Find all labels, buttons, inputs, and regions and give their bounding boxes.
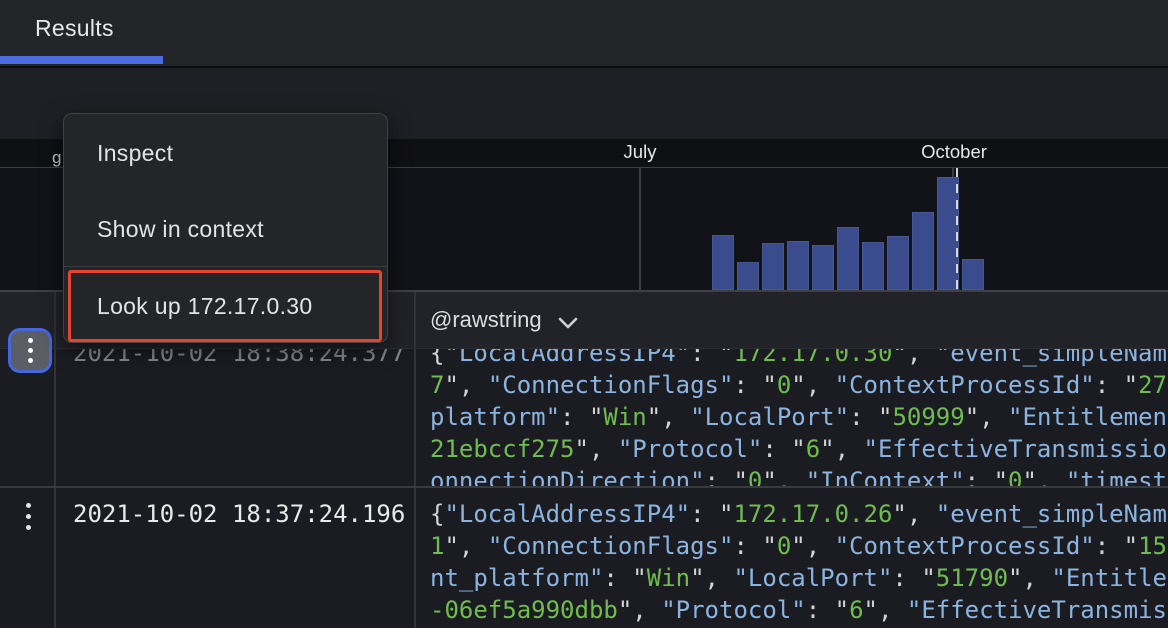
dashed-time-marker xyxy=(956,168,958,290)
time-axis-label-july: July xyxy=(624,141,657,163)
tab-results-label: Results xyxy=(35,15,114,42)
rawstring-line: 1", "ConnectionFlags": "0", "ContextProc… xyxy=(430,530,1167,562)
active-tab-underline xyxy=(0,56,163,64)
rawstring-cell: {"LocalAddressIP4": "172.17.0.30", "even… xyxy=(430,348,1167,488)
column-divider xyxy=(54,292,56,348)
menu-separator xyxy=(64,266,387,267)
time-gridline-july xyxy=(639,168,641,290)
tab-bar: Results xyxy=(0,0,1168,68)
histogram-bar[interactable] xyxy=(837,227,859,290)
table-row[interactable]: 2021-10-02 18:37:24.196 {"LocalAddressIP… xyxy=(0,488,1168,628)
context-menu: Inspect Show in context Look up 172.17.0… xyxy=(63,113,388,343)
rawstring-line: 21ebccf275", "Protocol": "6", "Effective… xyxy=(430,433,1167,465)
timestamp-cell: 2021-10-02 18:37:24.196 xyxy=(73,498,405,530)
histogram-bar[interactable] xyxy=(712,235,734,290)
histogram-bar[interactable] xyxy=(912,212,934,290)
time-axis-label-october: October xyxy=(921,141,987,163)
menu-item-look-up-ip[interactable]: Look up 172.17.0.30 xyxy=(64,293,387,321)
column-header-rawstring-label: @rawstring xyxy=(430,307,542,333)
histogram-bar[interactable] xyxy=(887,236,909,290)
chevron-down-icon[interactable] xyxy=(558,309,578,335)
histogram-bar[interactable] xyxy=(787,241,809,290)
rawstring-line: {"LocalAddressIP4": "172.17.0.26", "even… xyxy=(430,498,1167,530)
row-options-button-active[interactable] xyxy=(8,328,52,373)
column-divider xyxy=(54,488,56,628)
column-divider xyxy=(54,348,56,486)
kebab-icon xyxy=(26,503,31,508)
rawstring-line: {"LocalAddressIP4": "172.17.0.30", "even… xyxy=(430,348,1167,369)
rawstring-line: onnectionDirection": "0", "InContext": "… xyxy=(430,465,1167,488)
time-axis-partial-label: g xyxy=(52,148,61,168)
histogram-bar[interactable] xyxy=(962,259,984,290)
column-divider xyxy=(414,292,416,348)
rawstring-line: 7", "ConnectionFlags": "0", "ContextProc… xyxy=(430,369,1167,401)
timestamp-cell: 2021-10-02 18:38:24.377 xyxy=(73,348,405,369)
kebab-icon xyxy=(28,338,33,343)
column-divider xyxy=(414,348,416,486)
column-divider xyxy=(414,488,416,628)
histogram-bar[interactable] xyxy=(762,243,784,290)
menu-item-show-in-context[interactable]: Show in context xyxy=(64,216,387,244)
row-options-button[interactable] xyxy=(20,500,36,532)
rawstring-line: nt_platform": "Win", "LocalPort": "51790… xyxy=(430,562,1167,594)
column-header-rawstring[interactable]: @rawstring xyxy=(430,305,578,335)
table-row[interactable]: 2021-10-02 18:38:24.377 {"LocalAddressIP… xyxy=(0,348,1168,488)
rawstring-cell: {"LocalAddressIP4": "172.17.0.26", "even… xyxy=(430,498,1167,628)
histogram-bar[interactable] xyxy=(862,242,884,290)
rawstring-line: -06ef5a990dbb", "Protocol": "6", "Effect… xyxy=(430,594,1167,626)
rawstring-line: platform": "Win", "LocalPort": "50999", … xyxy=(430,401,1167,433)
menu-item-inspect[interactable]: Inspect xyxy=(64,140,387,168)
histogram-bar[interactable] xyxy=(812,245,834,290)
histogram-bar[interactable] xyxy=(737,262,759,290)
results-panel: Results g July October @rawstring 2021 xyxy=(0,0,1168,628)
